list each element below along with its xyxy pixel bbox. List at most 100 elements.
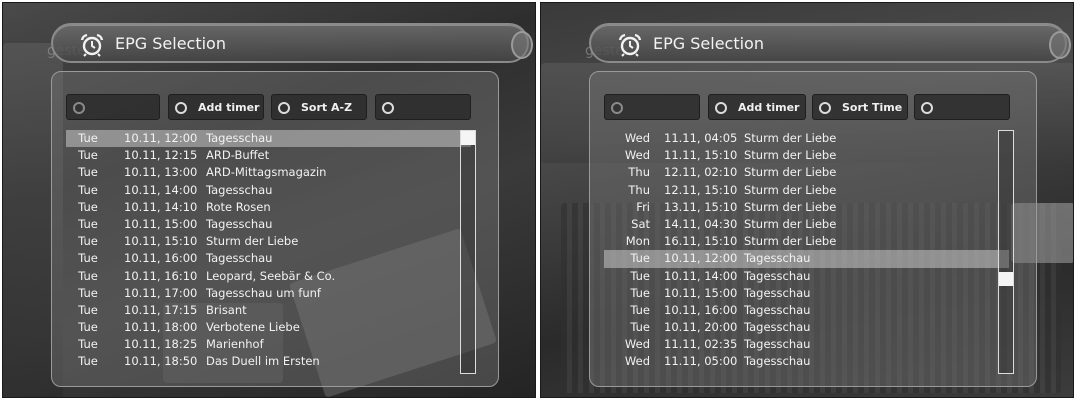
datetime-cell: 14.11, 04:30 <box>664 216 738 231</box>
circle-icon <box>382 102 394 114</box>
day-cell: Wed <box>624 354 650 369</box>
day-cell: Tue <box>78 182 98 197</box>
program-cell: Brisant <box>206 302 247 317</box>
day-cell: Tue <box>78 268 98 283</box>
program-cell: Tagesschau <box>206 216 273 231</box>
list-item[interactable]: Tue 10.11, 18:25 Marienhof <box>66 336 471 353</box>
list-item[interactable]: Tue 10.11, 12:15 ARD-Buffet <box>66 147 471 164</box>
sort-button[interactable]: Sort Time <box>812 94 908 120</box>
red-button[interactable] <box>66 94 160 120</box>
add-timer-button[interactable]: Add timer <box>708 94 806 120</box>
list-item[interactable]: Tue 10.11, 12:00 Tagesschau <box>66 130 471 148</box>
sort-button[interactable]: Sort A-Z <box>271 94 367 120</box>
program-cell: Tagesschau <box>206 251 273 266</box>
alarm-clock-icon <box>618 33 642 57</box>
datetime-cell: 13.11, 15:10 <box>664 199 738 214</box>
list-item[interactable]: Sat 14.11, 04:30 Sturm der Liebe <box>604 216 1009 233</box>
page-title: EPG Selection <box>115 34 226 53</box>
list-item[interactable]: Wed 11.11, 05:00 Tagesschau <box>604 353 1009 370</box>
datetime-cell: 10.11, 14:10 <box>124 199 198 214</box>
program-cell: Tagesschau <box>744 251 811 266</box>
day-cell: Tue <box>78 199 98 214</box>
circle-icon <box>921 102 933 114</box>
list-item[interactable]: Tue 10.11, 15:10 Sturm der Liebe <box>66 233 471 250</box>
circle-icon <box>278 102 290 114</box>
title-knob-decoration <box>511 31 533 59</box>
circle-icon <box>611 102 623 114</box>
datetime-cell: 10.11, 20:00 <box>664 320 738 335</box>
program-cell: Sturm der Liebe <box>744 216 837 231</box>
list-item[interactable]: Fri 13.11, 15:10 Sturm der Liebe <box>604 199 1009 216</box>
list-item[interactable]: Tue 10.11, 17:15 Brisant <box>66 302 471 319</box>
red-button[interactable] <box>604 94 700 120</box>
datetime-cell: 10.11, 15:00 <box>124 216 198 231</box>
list-item[interactable]: Tue 10.11, 15:00 Tagesschau <box>66 216 471 233</box>
list-item[interactable]: Tue 10.11, 14:10 Rote Rosen <box>66 199 471 216</box>
day-cell: Tue <box>630 302 650 317</box>
list-item[interactable]: Tue 10.11, 20:00 Tagesschau <box>604 319 1009 336</box>
day-cell: Tue <box>78 302 98 317</box>
epg-event-list: Tue 10.11, 12:00 Tagesschau Tue 10.11, 12:15… <box>66 130 471 371</box>
list-item[interactable]: Wed 11.11, 02:35 Tagesschau <box>604 336 1009 353</box>
scrollbar-thumb[interactable] <box>461 131 475 145</box>
list-item[interactable]: Tue 10.11, 14:00 Tagesschau <box>604 268 1009 285</box>
day-cell: Sat <box>631 216 650 231</box>
datetime-cell: 10.11, 18:25 <box>124 337 198 352</box>
scrollbar-thumb[interactable] <box>999 272 1013 286</box>
blue-button[interactable] <box>914 94 1010 120</box>
list-item[interactable]: Tue 10.11, 16:10 Leopard, Seebär & Co. <box>66 268 471 285</box>
list-item[interactable]: Wed 11.11, 04:05 Sturm der Liebe <box>604 130 1009 147</box>
program-cell: Tagesschau <box>744 285 811 300</box>
list-item[interactable]: Tue 10.11, 18:00 Verbotene Liebe <box>66 319 471 336</box>
day-cell: Wed <box>624 148 650 163</box>
program-cell: Tagesschau <box>206 182 273 197</box>
list-item[interactable]: Tue 10.11, 17:00 Tagesschau um funf <box>66 285 471 302</box>
datetime-cell: 12.11, 02:10 <box>664 165 738 180</box>
datetime-cell: 11.11, 04:05 <box>664 131 738 145</box>
program-cell: Tagesschau <box>744 302 811 317</box>
program-cell: Sturm der Liebe <box>206 234 299 249</box>
datetime-cell: 10.11, 18:00 <box>124 320 198 335</box>
scrollbar[interactable] <box>460 130 476 374</box>
list-item[interactable]: Tue 10.11, 14:00 Tagesschau <box>66 182 471 199</box>
list-item[interactable]: Thu 12.11, 02:10 Sturm der Liebe <box>604 164 1009 181</box>
day-cell: Tue <box>630 320 650 335</box>
button-label: Sort A-Z <box>301 101 353 114</box>
list-item[interactable]: Mon 16.11, 15:10 Sturm der Liebe <box>604 233 1009 250</box>
scrollbar[interactable] <box>998 130 1014 374</box>
datetime-cell: 10.11, 12:00 <box>664 251 738 266</box>
datetime-cell: 10.11, 16:10 <box>124 268 198 283</box>
add-timer-button[interactable]: Add timer <box>168 94 264 120</box>
button-label: Add timer <box>198 101 260 114</box>
program-cell: Tagesschau <box>744 268 811 283</box>
day-cell: Tue <box>630 285 650 300</box>
program-cell: Verbotene Liebe <box>206 320 300 335</box>
list-item[interactable]: Tue 10.11, 12:00 Tagesschau <box>604 250 1009 268</box>
list-item[interactable]: Tue 10.11, 15:00 Tagesschau <box>604 285 1009 302</box>
list-item[interactable]: Thu 12.11, 15:10 Sturm der Liebe <box>604 182 1009 199</box>
epg-event-list: Wed 11.11, 04:05 Sturm der Liebe Wed 11.11, … <box>604 130 1009 371</box>
button-label: Sort Time <box>842 101 903 114</box>
list-item[interactable]: Tue 10.11, 13:00 ARD-Mittagsmagazin <box>66 164 471 181</box>
day-cell: Thu <box>628 182 650 197</box>
list-item[interactable]: Wed 11.11, 15:10 Sturm der Liebe <box>604 147 1009 164</box>
epg-screen-right: gestern EPG Selection Add timer Sort Tim… <box>540 2 1074 398</box>
day-cell: Fri <box>636 199 650 214</box>
circle-icon <box>819 102 831 114</box>
datetime-cell: 10.11, 14:00 <box>124 182 198 197</box>
day-cell: Tue <box>78 131 98 145</box>
program-cell: Leopard, Seebär & Co. <box>206 268 336 283</box>
list-item[interactable]: Tue 10.11, 16:00 Tagesschau <box>66 250 471 267</box>
blue-button[interactable] <box>375 94 471 120</box>
circle-icon <box>73 102 85 114</box>
list-item[interactable]: Tue 10.11, 18:50 Das Duell im Ersten <box>66 353 471 370</box>
datetime-cell: 10.11, 14:00 <box>664 268 738 283</box>
program-cell: Sturm der Liebe <box>744 165 837 180</box>
title-bar: EPG Selection <box>589 23 1071 63</box>
button-label: Add timer <box>738 101 800 114</box>
program-cell: Rote Rosen <box>206 199 271 214</box>
list-item[interactable]: Tue 10.11, 16:00 Tagesschau <box>604 302 1009 319</box>
datetime-cell: 11.11, 15:10 <box>664 148 738 163</box>
datetime-cell: 16.11, 15:10 <box>664 234 738 249</box>
program-cell: Tagesschau <box>744 337 811 352</box>
